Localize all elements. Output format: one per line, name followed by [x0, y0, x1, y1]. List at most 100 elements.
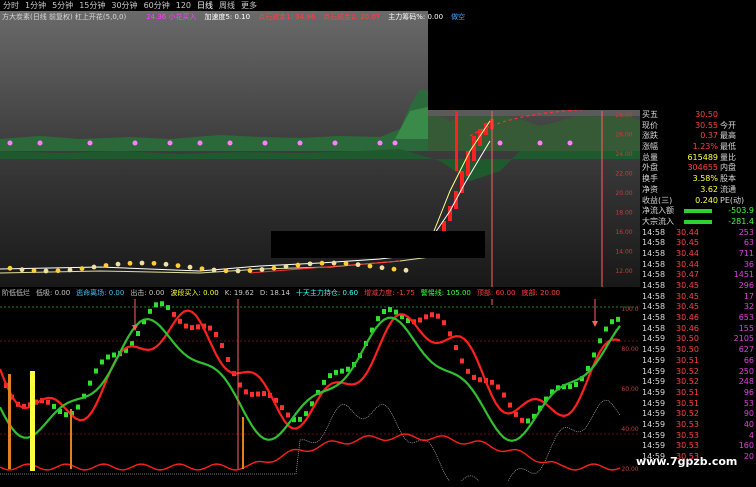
tick-row: 14:58 30.46 155	[640, 324, 756, 335]
price-axis-label: 22.00	[615, 171, 632, 178]
tick-row: 14:58 30.44 253	[640, 228, 756, 239]
tick-time: 14:59	[642, 366, 666, 376]
indicator-block	[262, 391, 266, 397]
tick-price: 30.52	[676, 366, 699, 376]
period-tab[interactable]: 1分钟	[25, 0, 46, 11]
quote-value: 30.50	[695, 110, 718, 119]
pink-marker	[87, 140, 93, 146]
tick-price: 30.47	[676, 270, 699, 280]
indicator-block	[526, 418, 530, 424]
period-tab[interactable]: 更多	[241, 0, 257, 11]
tick-vol: 66	[743, 355, 754, 365]
tick-price: 30.52	[676, 409, 699, 419]
indicator-block	[490, 379, 494, 385]
quote-label-secondary: 股本	[720, 174, 736, 184]
tick-vol: 63	[743, 238, 754, 248]
tick-price: 30.45	[676, 302, 699, 312]
indicator-block	[52, 403, 56, 409]
indicator-block	[160, 301, 164, 307]
quote-value: 3.58%	[692, 174, 718, 184]
pink-marker	[167, 140, 173, 146]
pink-marker	[262, 140, 268, 146]
tick-time: 14:59	[642, 409, 666, 419]
indicator-block	[190, 325, 194, 331]
indicator-label: 低吸: 0.00	[36, 289, 71, 297]
tick-time: 14:59	[642, 430, 666, 440]
quote-row: 买五 30.50	[640, 110, 756, 121]
indicator-block	[472, 374, 476, 380]
indicator-block	[454, 345, 458, 351]
indicator-block	[394, 309, 398, 315]
indicator-block	[508, 402, 512, 408]
indicator-axis-label: 60.00	[621, 386, 638, 393]
chart-title: 方大炭素(日线 前复权) 杠上开花(5,0,0)	[2, 13, 127, 21]
tick-vol: 250	[738, 366, 754, 376]
tick-price: 30.45	[676, 291, 699, 301]
signal-dot	[283, 264, 289, 269]
signal-dot	[199, 266, 205, 272]
pink-marker	[332, 140, 338, 146]
indicator-label: 顶部: 60.00	[476, 289, 516, 297]
indicator-block	[250, 391, 254, 397]
indicator-block	[388, 307, 392, 313]
signal-dot	[331, 260, 337, 266]
indicator-label: 底部: 20.00	[521, 289, 561, 297]
period-tab[interactable]: 15分钟	[79, 0, 105, 11]
tick-price: 30.44	[676, 248, 699, 258]
indicator-block	[448, 331, 452, 337]
tick-row: 14:58 30.44 36	[640, 260, 756, 271]
indicator-chart[interactable]: 100.080.0060.0040.0020.00	[0, 299, 640, 481]
quote-row: 大宗流入 -281.4	[640, 217, 756, 228]
indicator-block	[208, 325, 212, 331]
signal-dot	[67, 267, 73, 273]
candle	[460, 171, 464, 193]
tick-price: 30.50	[676, 345, 699, 355]
tick-price: 30.45	[676, 238, 699, 248]
tick-vol: 155	[738, 323, 754, 333]
tick-time: 14:58	[642, 313, 666, 323]
signal-dot	[91, 264, 97, 270]
period-tab[interactable]: 分时	[3, 0, 19, 11]
quote-value: -281.4	[728, 216, 754, 226]
period-tab[interactable]: 30分钟	[111, 0, 137, 11]
indicator-block	[112, 352, 116, 358]
period-tab-bar: 分时 1分钟 5分钟 15分钟 30分钟 60分钟 120 日线 周线 更多	[0, 0, 430, 11]
tick-vol: 96	[743, 387, 754, 397]
indicator-block	[418, 317, 422, 323]
quote-value: 0.240	[695, 195, 718, 205]
tick-vol: 248	[738, 377, 754, 387]
signal-dot	[343, 261, 349, 266]
redaction-box	[271, 231, 485, 258]
tick-vol: 653	[738, 313, 754, 323]
period-tab[interactable]: 周线	[219, 0, 235, 11]
period-tab[interactable]: 60分钟	[144, 0, 170, 11]
signal-dot	[127, 260, 133, 266]
indicator-label: 波段买入: 0.00	[170, 289, 219, 297]
quote-value: 30.55	[695, 120, 718, 130]
quote-label: 买五	[642, 110, 658, 119]
price-axis-label: 20.00	[615, 190, 632, 197]
indicator-block	[436, 313, 440, 319]
indicator-block	[502, 392, 506, 398]
tick-time: 14:58	[642, 270, 666, 280]
quote-label-secondary: PE(动)	[720, 195, 745, 205]
signal-dot	[319, 260, 325, 266]
price-axis-label: 18.00	[615, 210, 632, 217]
signal-dot	[115, 261, 121, 267]
period-tab[interactable]: 5分钟	[52, 0, 73, 11]
signal-dot	[247, 268, 253, 273]
tick-row: 14:59 30.52 248	[640, 377, 756, 388]
pink-marker	[537, 140, 543, 146]
pink-marker	[392, 140, 398, 146]
indicator-block	[382, 308, 386, 314]
pink-marker	[7, 140, 13, 146]
indicator-label: 逃命离场: 0.00	[76, 289, 125, 297]
indicator-axis-label: 40.00	[621, 426, 638, 433]
indicator-block	[178, 318, 182, 324]
indicator-block	[604, 326, 608, 332]
indicator-block	[466, 368, 470, 374]
period-tab[interactable]: 120	[176, 0, 191, 11]
indicator-block	[286, 412, 290, 418]
period-tab[interactable]: 日线	[197, 0, 213, 11]
quote-label: 净流入额	[642, 206, 674, 216]
